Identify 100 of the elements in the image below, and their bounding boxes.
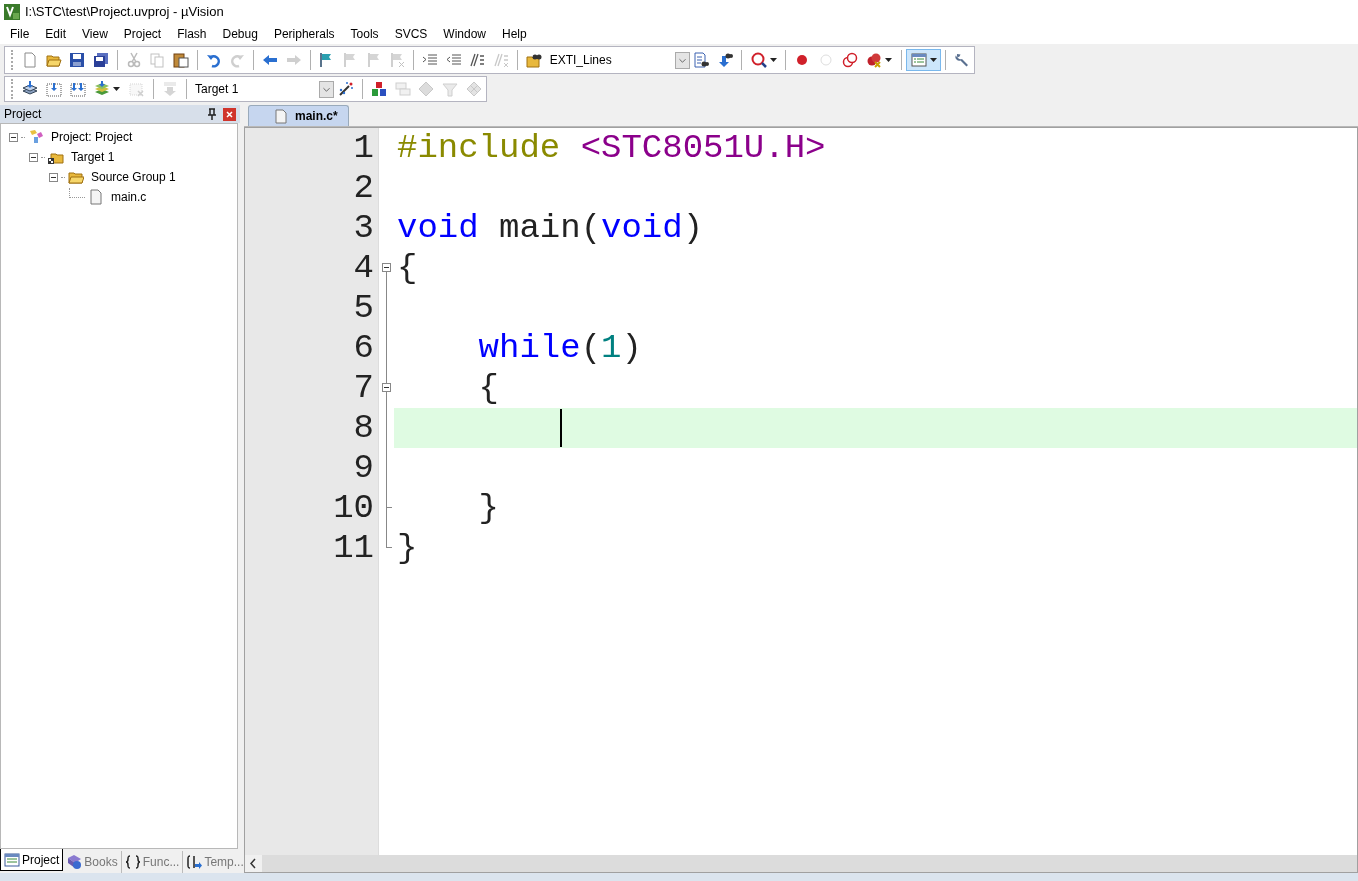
menu-item[interactable]: Project	[115, 24, 170, 43]
app-logo-icon	[4, 3, 20, 20]
code-line: void main(void)	[396, 208, 705, 248]
menu-item[interactable]: Flash	[169, 24, 215, 43]
horizontal-scrollbar[interactable]	[245, 855, 1357, 872]
line-number: 8	[352, 408, 375, 448]
caret-down-icon	[769, 58, 777, 62]
indent-icon	[422, 52, 439, 68]
build-icon	[45, 81, 62, 97]
new-file-icon	[21, 52, 38, 68]
binoculars-arrow-icon	[717, 52, 734, 68]
diamond-icon	[418, 81, 435, 97]
copy-icon	[149, 52, 166, 68]
menu-item[interactable]: SVCS	[386, 24, 436, 43]
comment-lines-icon	[469, 52, 486, 68]
project-icon	[28, 129, 44, 145]
scissors-icon	[125, 52, 142, 68]
caret-down-icon	[929, 58, 937, 62]
line-number: 5	[352, 288, 375, 328]
line-number: 2	[352, 168, 375, 208]
tree-item[interactable]: Source Group 1	[91, 168, 176, 186]
wrench-icon	[954, 52, 971, 68]
rebuild-icon	[69, 81, 86, 97]
code-line: {	[396, 248, 419, 288]
line-number: 7	[352, 368, 375, 408]
line-number: 4	[352, 248, 375, 288]
stop-build-icon	[129, 81, 146, 97]
open-folder-icon	[45, 52, 62, 68]
diamond-mesh-icon	[466, 81, 483, 97]
code-line: {	[477, 368, 501, 408]
menu-item[interactable]: Debug	[214, 24, 266, 43]
code-line: }	[477, 488, 501, 528]
code-line: while(1)	[477, 328, 643, 368]
paste-icon	[172, 52, 189, 68]
menu-item[interactable]: Edit	[37, 24, 75, 43]
list-window-icon	[4, 851, 20, 868]
outdent-icon	[445, 52, 462, 68]
forward-arrow-icon	[285, 52, 302, 68]
tree-item[interactable]: Target 1	[71, 148, 115, 166]
tree-item[interactable]: main.c	[111, 188, 147, 206]
line-number: 1	[352, 128, 375, 168]
dots-with-cross-icon	[866, 52, 883, 68]
line-number: 6	[352, 328, 375, 368]
collapse-icon[interactable]	[29, 152, 38, 162]
menu-item[interactable]: View	[74, 24, 116, 43]
circle-icon	[817, 52, 834, 68]
colored-blocks-icon	[370, 81, 387, 97]
magnifier-icon	[750, 52, 767, 68]
stacked-windows-icon	[394, 81, 411, 97]
line-number: 3	[352, 208, 375, 248]
menu-item[interactable]: Peripherals	[265, 24, 343, 43]
magic-wand-icon	[337, 81, 354, 97]
download-icon	[162, 81, 179, 97]
menu-item[interactable]: Tools	[342, 24, 387, 43]
caret-down-icon	[885, 58, 893, 62]
two-circles-icon	[841, 52, 858, 68]
flag-icon	[342, 52, 358, 68]
close-icon[interactable]	[223, 107, 236, 121]
flag-icon	[389, 52, 406, 68]
undo-icon	[205, 52, 222, 68]
text-cursor	[560, 409, 563, 447]
menu-item[interactable]: Window	[435, 24, 494, 43]
line-number: 10	[332, 488, 375, 528]
code-editor[interactable]: 1 2 3 4 5 6 7 8 9 10 11 #include <STC8051U.H> void main(void) { while(1) { } }	[244, 127, 1358, 873]
document-binoculars-icon	[693, 52, 710, 68]
menu-item[interactable]: Help	[494, 24, 535, 43]
braces-icon	[124, 854, 141, 870]
book-icon	[66, 854, 83, 870]
save-all-icon	[92, 52, 109, 68]
code-line: #include <STC8051U.H>	[396, 128, 827, 168]
back-arrow-icon	[261, 52, 278, 68]
template-icon	[186, 854, 203, 870]
window-icon	[910, 52, 927, 68]
file-icon	[88, 189, 104, 205]
layered-stack-icon	[94, 81, 111, 97]
comment-lines-icon	[493, 52, 510, 68]
flag-icon	[365, 52, 382, 68]
save-icon	[69, 52, 86, 68]
panel-tab[interactable]: Project	[0, 849, 64, 871]
pin-icon[interactable]	[207, 108, 217, 120]
redo-icon	[229, 52, 246, 68]
folder-icon	[68, 169, 84, 185]
window-title: I:\STC\test\Project.uvproj - µVision	[25, 2, 224, 21]
stack-arrow-icon	[21, 81, 38, 97]
editor-tab[interactable]: main.c*	[248, 105, 349, 126]
menu-item[interactable]: File	[2, 24, 38, 43]
folder-binoculars-icon	[525, 52, 542, 68]
collapse-icon[interactable]	[49, 172, 58, 182]
fold-collapse-icon[interactable]	[382, 383, 391, 392]
caret-down-icon	[113, 87, 121, 91]
code-line: }	[396, 528, 419, 568]
tree-item[interactable]: Project: Project	[51, 128, 133, 146]
file-icon	[275, 108, 287, 124]
scroll-left-icon[interactable]	[245, 855, 262, 872]
fold-collapse-icon[interactable]	[382, 263, 391, 272]
line-number: 11	[332, 528, 375, 568]
panel-title: Project	[4, 106, 43, 123]
collapse-icon[interactable]	[9, 132, 18, 142]
line-number: 9	[352, 448, 375, 488]
funnel-icon	[442, 81, 459, 97]
